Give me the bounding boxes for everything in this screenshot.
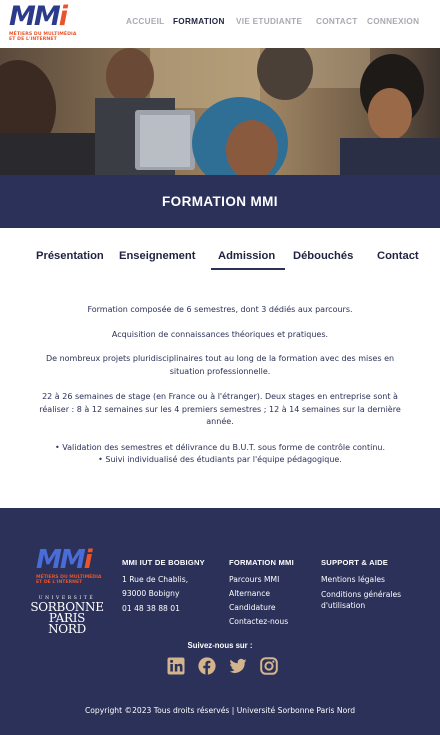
logo-line-2: ET DE L'INTERNET [9, 37, 57, 42]
footer-link-alternance[interactable]: Alternance [229, 587, 294, 601]
social-links [0, 657, 440, 675]
footer-col-address: MMI IUT DE BOBIGNY 1 Rue de Chablis, 930… [122, 558, 205, 616]
twitter-icon[interactable] [229, 657, 247, 675]
content-paragraph: Acquisition de connaissances théoriques … [111, 330, 329, 339]
page-title-band: FORMATION MMI [0, 175, 440, 228]
facebook-icon[interactable] [198, 657, 216, 675]
nav-accueil[interactable]: ACCUEIL [126, 17, 165, 31]
footer-col-title: FORMATION MMI [229, 558, 294, 567]
footer-logo-line-2: ET DE L'INTERNET [36, 580, 83, 585]
footer-link-mentions-legales[interactable]: Mentions légales [321, 573, 417, 587]
page-title: FORMATION MMI [162, 194, 278, 209]
site-header: MMi MÉTIERS DU MULTIMÉDIA ET DE L'INTERN… [0, 0, 440, 48]
site-footer: MMi MÉTIERS DU MULTIMÉDIA ET DE L'INTERN… [0, 508, 440, 735]
address-line: 1 Rue de Chablis, [122, 575, 189, 584]
content-paragraph: De nombreux projets pluridisciplinaires … [45, 354, 395, 376]
footer-col-title: MMI IUT DE BOBIGNY [122, 558, 205, 567]
nav-connexion[interactable]: CONNEXION [367, 17, 419, 31]
copyright-text: Copyright ©2023 Tous droits réservés | U… [84, 706, 356, 715]
footer-logo-wordmark: MMi [36, 545, 93, 575]
tab-admission[interactable]: Admission [218, 250, 275, 262]
footer-link-candidature[interactable]: Candidature [229, 601, 294, 615]
content-paragraph: • Validation des semestres et délivrance… [54, 443, 386, 452]
footer-link-contactez-nous[interactable]: Contactez-nous [229, 615, 294, 629]
hero-image [0, 48, 440, 175]
content-paragraph: Formation composée de 6 semestres, dont … [87, 305, 353, 314]
mmi-logo[interactable]: MMi MÉTIERS DU MULTIMÉDIA ET DE L'INTERN… [9, 1, 76, 43]
nav-vie-etudiante[interactable]: VIE ETUDIANTE [236, 17, 302, 31]
tab-contact[interactable]: Contact [377, 250, 419, 262]
footer-col-title: SUPPORT & AIDE [321, 558, 389, 567]
address-line: 93000 Bobigny [122, 589, 180, 598]
linkedin-icon[interactable] [167, 657, 185, 675]
tab-presentation[interactable]: Présentation [36, 250, 104, 262]
content-paragraph: • Suivi individualisé des étudiants par … [98, 455, 342, 464]
phone-number[interactable]: 01 48 38 88 01 [122, 602, 205, 616]
content-paragraph: 22 à 26 semaines de stage (en France ou … [39, 392, 401, 427]
sorbonne-paris-nord-logo[interactable]: UNIVERSITÉ SORBONNE PARIS NORD [30, 596, 104, 635]
footer-mmi-logo[interactable]: MMi MÉTIERS DU MULTIMÉDIA ET DE L'INTERN… [36, 545, 101, 586]
active-tab-indicator [211, 268, 285, 270]
university-name-2: PARIS NORD [48, 611, 86, 636]
tab-enseignement[interactable]: Enseignement [119, 250, 195, 262]
tab-debouches[interactable]: Débouchés [293, 250, 353, 262]
footer-link-parcours[interactable]: Parcours MMI [229, 573, 294, 587]
nav-formation[interactable]: FORMATION [173, 17, 225, 31]
footer-link-conditions[interactable]: Conditions générales d'utilisation [321, 589, 417, 611]
logo-wordmark: MMi [9, 1, 68, 32]
nav-contact[interactable]: CONTACT [316, 17, 358, 31]
follow-us-label: Suivez-nous sur : [187, 641, 253, 650]
footer-col-support: SUPPORT & AIDE Mentions légales Conditio… [321, 558, 417, 611]
instagram-icon[interactable] [260, 657, 278, 675]
footer-col-formation: FORMATION MMI Parcours MMI Alternance Ca… [229, 558, 294, 629]
